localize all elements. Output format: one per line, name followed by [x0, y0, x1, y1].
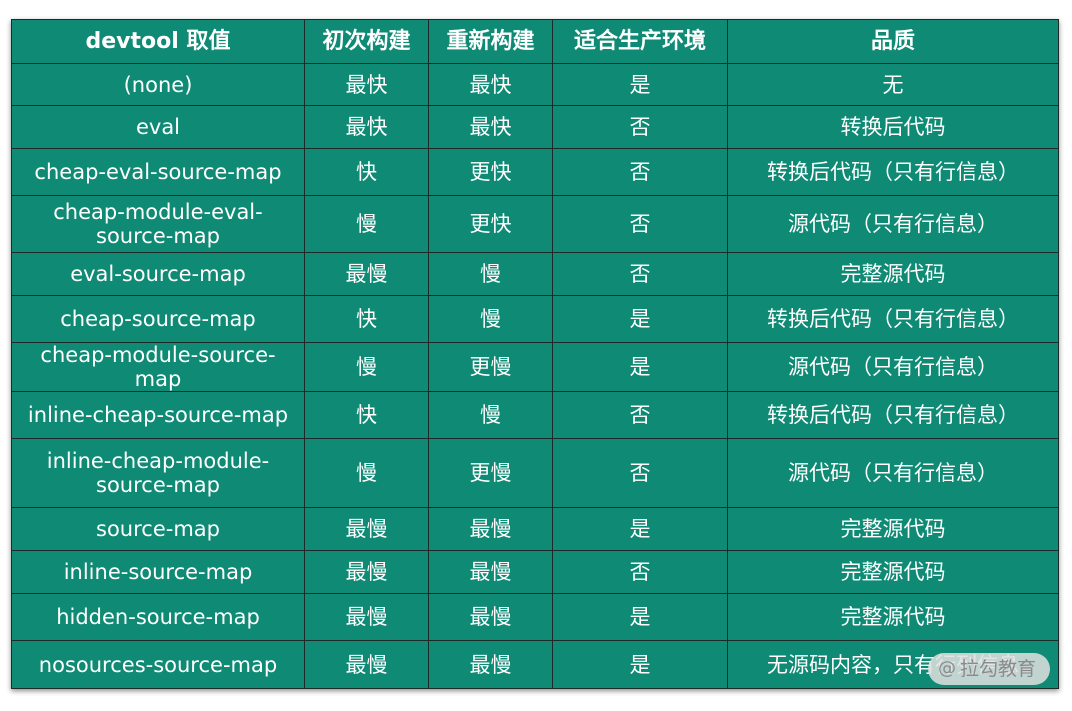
cell-production: 是 — [552, 640, 728, 689]
cell-initial-build: 最慢 — [304, 593, 429, 641]
cell-devtool: cheap-module-eval-source-map — [11, 195, 305, 253]
cell-production: 否 — [552, 148, 728, 196]
cell-initial-build: 最慢 — [304, 640, 429, 689]
cell-initial-build: 快 — [304, 148, 429, 196]
watermark-text: 拉勾教育 — [959, 658, 1036, 680]
table-row: inline-cheap-module-source-map 慢更慢否源代码（只有… — [11, 438, 1059, 508]
cell-devtool: cheap-eval-source-map — [11, 148, 305, 196]
cell-initial-build: 慢 — [304, 195, 429, 253]
cell-rebuild: 更慢 — [428, 342, 553, 392]
cell-initial-build: 快 — [304, 391, 429, 439]
cell-quality: 源代码（只有行信息） — [727, 195, 1059, 253]
cell-initial-build: 最快 — [304, 105, 429, 149]
table-row: hidden-source-map 最慢 最慢是完整源代码 — [11, 593, 1059, 641]
header-devtool: devtool 取值 — [11, 19, 305, 64]
table-row: cheap-eval-source-map 快更快否转换后代码（只有行信息） — [11, 148, 1059, 196]
header-production: 适合生产环境 — [552, 19, 728, 64]
at-icon: @ — [937, 658, 956, 679]
cell-rebuild: 最慢 — [428, 593, 553, 641]
table-row: cheap-source-map 快慢是转换后代码（只有行信息） — [11, 295, 1059, 343]
cell-rebuild: 最慢 — [428, 550, 553, 594]
table-row: cheap-module-source-map 慢更慢是源代码（只有行信息） — [11, 342, 1059, 392]
cell-production: 否 — [552, 391, 728, 439]
table-row: eval-source-map 最慢慢否完整源代码 — [11, 252, 1059, 296]
cell-production: 否 — [552, 438, 728, 508]
cell-production: 否 — [552, 195, 728, 253]
cell-initial-build: 最慢 — [304, 507, 429, 551]
cell-initial-build: 慢 — [304, 342, 429, 392]
cell-quality: 完整源代码 — [727, 550, 1059, 594]
table-frame: devtool 取值 初次构建 重新构建 适合生产环境 品质 (none) 最快最… — [11, 19, 1059, 689]
cell-quality: 完整源代码 — [727, 507, 1059, 551]
cell-production: 是 — [552, 63, 728, 106]
cell-devtool: cheap-module-source-map — [11, 342, 305, 392]
cell-production: 是 — [552, 593, 728, 641]
header-initial-build: 初次构建 — [304, 19, 429, 64]
header-rebuild: 重新构建 — [428, 19, 553, 64]
cell-quality: 无 — [727, 63, 1059, 106]
header-row: devtool 取值 初次构建 重新构建 适合生产环境 品质 — [11, 19, 1059, 64]
cell-quality: 转换后代码（只有行信息） — [727, 391, 1059, 439]
cell-devtool: nosources-source-map — [11, 640, 305, 689]
table-row: (none) 最快 最快是无 — [11, 63, 1059, 106]
cell-production: 是 — [552, 507, 728, 551]
cell-initial-build: 快 — [304, 295, 429, 343]
cell-production: 否 — [552, 550, 728, 594]
cell-devtool: (none) — [11, 63, 305, 106]
cell-production: 否 — [552, 105, 728, 149]
watermark: @ 拉勾教育 — [927, 653, 1050, 685]
cell-rebuild: 最慢 — [428, 640, 553, 689]
table-row: eval 最快 最快否转换后代码 — [11, 105, 1059, 149]
cell-devtool: eval — [11, 105, 305, 149]
table-row: source-map 最慢 最慢是完整源代码 — [11, 507, 1059, 551]
cell-quality: 转换后代码 — [727, 105, 1059, 149]
cell-devtool: inline-cheap-module-source-map — [11, 438, 305, 508]
table-row: inline-source-map 最慢 最慢否完整源代码 — [11, 550, 1059, 594]
cell-quality: 源代码（只有行信息） — [727, 438, 1059, 508]
cell-rebuild: 慢 — [428, 252, 553, 296]
cell-rebuild: 更快 — [428, 195, 553, 253]
cell-rebuild: 最快 — [428, 63, 553, 106]
cell-devtool: inline-cheap-source-map — [11, 391, 305, 439]
cell-rebuild: 最快 — [428, 105, 553, 149]
table-row: cheap-module-eval-source-map 慢更快否源代码（只有行信… — [11, 195, 1059, 253]
cell-devtool: eval-source-map — [11, 252, 305, 296]
cell-rebuild: 最慢 — [428, 507, 553, 551]
cell-quality: 转换后代码（只有行信息） — [727, 148, 1059, 196]
cell-production: 否 — [552, 252, 728, 296]
cell-initial-build: 慢 — [304, 438, 429, 508]
cell-rebuild: 更慢 — [428, 438, 553, 508]
cell-production: 是 — [552, 295, 728, 343]
cell-devtool: source-map — [11, 507, 305, 551]
cell-rebuild: 慢 — [428, 295, 553, 343]
header-quality: 品质 — [727, 19, 1059, 64]
cell-initial-build: 最慢 — [304, 252, 429, 296]
cell-initial-build: 最慢 — [304, 550, 429, 594]
cell-initial-build: 最快 — [304, 63, 429, 106]
cell-rebuild: 更快 — [428, 148, 553, 196]
cell-quality: 源代码（只有行信息） — [727, 342, 1059, 392]
cell-production: 是 — [552, 342, 728, 392]
cell-quality: 完整源代码 — [727, 252, 1059, 296]
cell-quality: 完整源代码 — [727, 593, 1059, 641]
cell-rebuild: 慢 — [428, 391, 553, 439]
cell-devtool: hidden-source-map — [11, 593, 305, 641]
cell-quality: 转换后代码（只有行信息） — [727, 295, 1059, 343]
table-row: nosources-source-map 最慢 最慢是无源码内容，只有行列信息 — [11, 640, 1059, 689]
cell-devtool: inline-source-map — [11, 550, 305, 594]
devtool-comparison-table: devtool 取值 初次构建 重新构建 适合生产环境 品质 (none) 最快最… — [11, 19, 1059, 689]
table-row: inline-cheap-source-map 快慢否转换后代码（只有行信息） — [11, 391, 1059, 439]
cell-devtool: cheap-source-map — [11, 295, 305, 343]
